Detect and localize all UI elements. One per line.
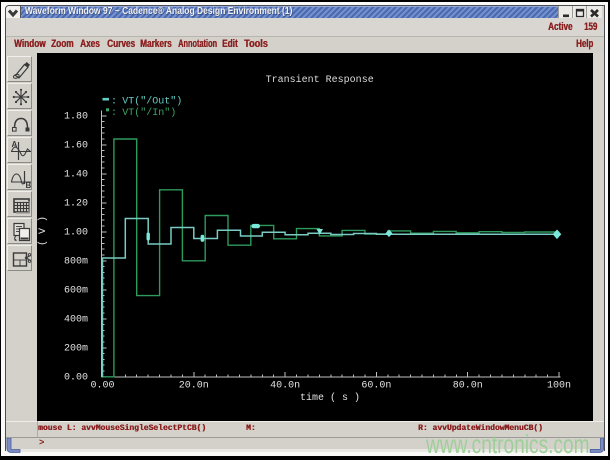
svg-text:100n: 100n: [547, 381, 571, 392]
svg-text:600m: 600m: [64, 285, 88, 296]
svg-text:60.0n: 60.0n: [361, 381, 391, 392]
svg-text:0.00: 0.00: [64, 372, 88, 383]
svg-text:B: B: [25, 181, 31, 190]
svg-text:Transient Response: Transient Response: [266, 74, 374, 86]
svg-text::: :: [111, 108, 117, 119]
svg-text:200m: 200m: [64, 343, 88, 354]
svg-text:1.00: 1.00: [64, 227, 88, 238]
svg-text:time ( s ): time ( s ): [300, 392, 360, 404]
svg-text:( V ): ( V ): [37, 216, 49, 246]
svg-text:1.40: 1.40: [64, 169, 88, 180]
svg-text:0.00: 0.00: [90, 381, 114, 392]
svg-text:800m: 800m: [64, 256, 88, 267]
svg-text::: :: [111, 97, 117, 108]
svg-text:VT("/In"): VT("/In"): [122, 107, 176, 119]
svg-text:20.0n: 20.0n: [179, 381, 209, 392]
svg-text:40.0n: 40.0n: [270, 381, 300, 392]
svg-text:400m: 400m: [64, 314, 88, 325]
svg-text:80.0n: 80.0n: [453, 381, 483, 392]
svg-text:1.80: 1.80: [64, 111, 88, 122]
svg-text:1.20: 1.20: [64, 198, 88, 209]
svg-text:1.60: 1.60: [64, 140, 88, 151]
svg-text:VT("/Out"): VT("/Out"): [122, 96, 182, 108]
